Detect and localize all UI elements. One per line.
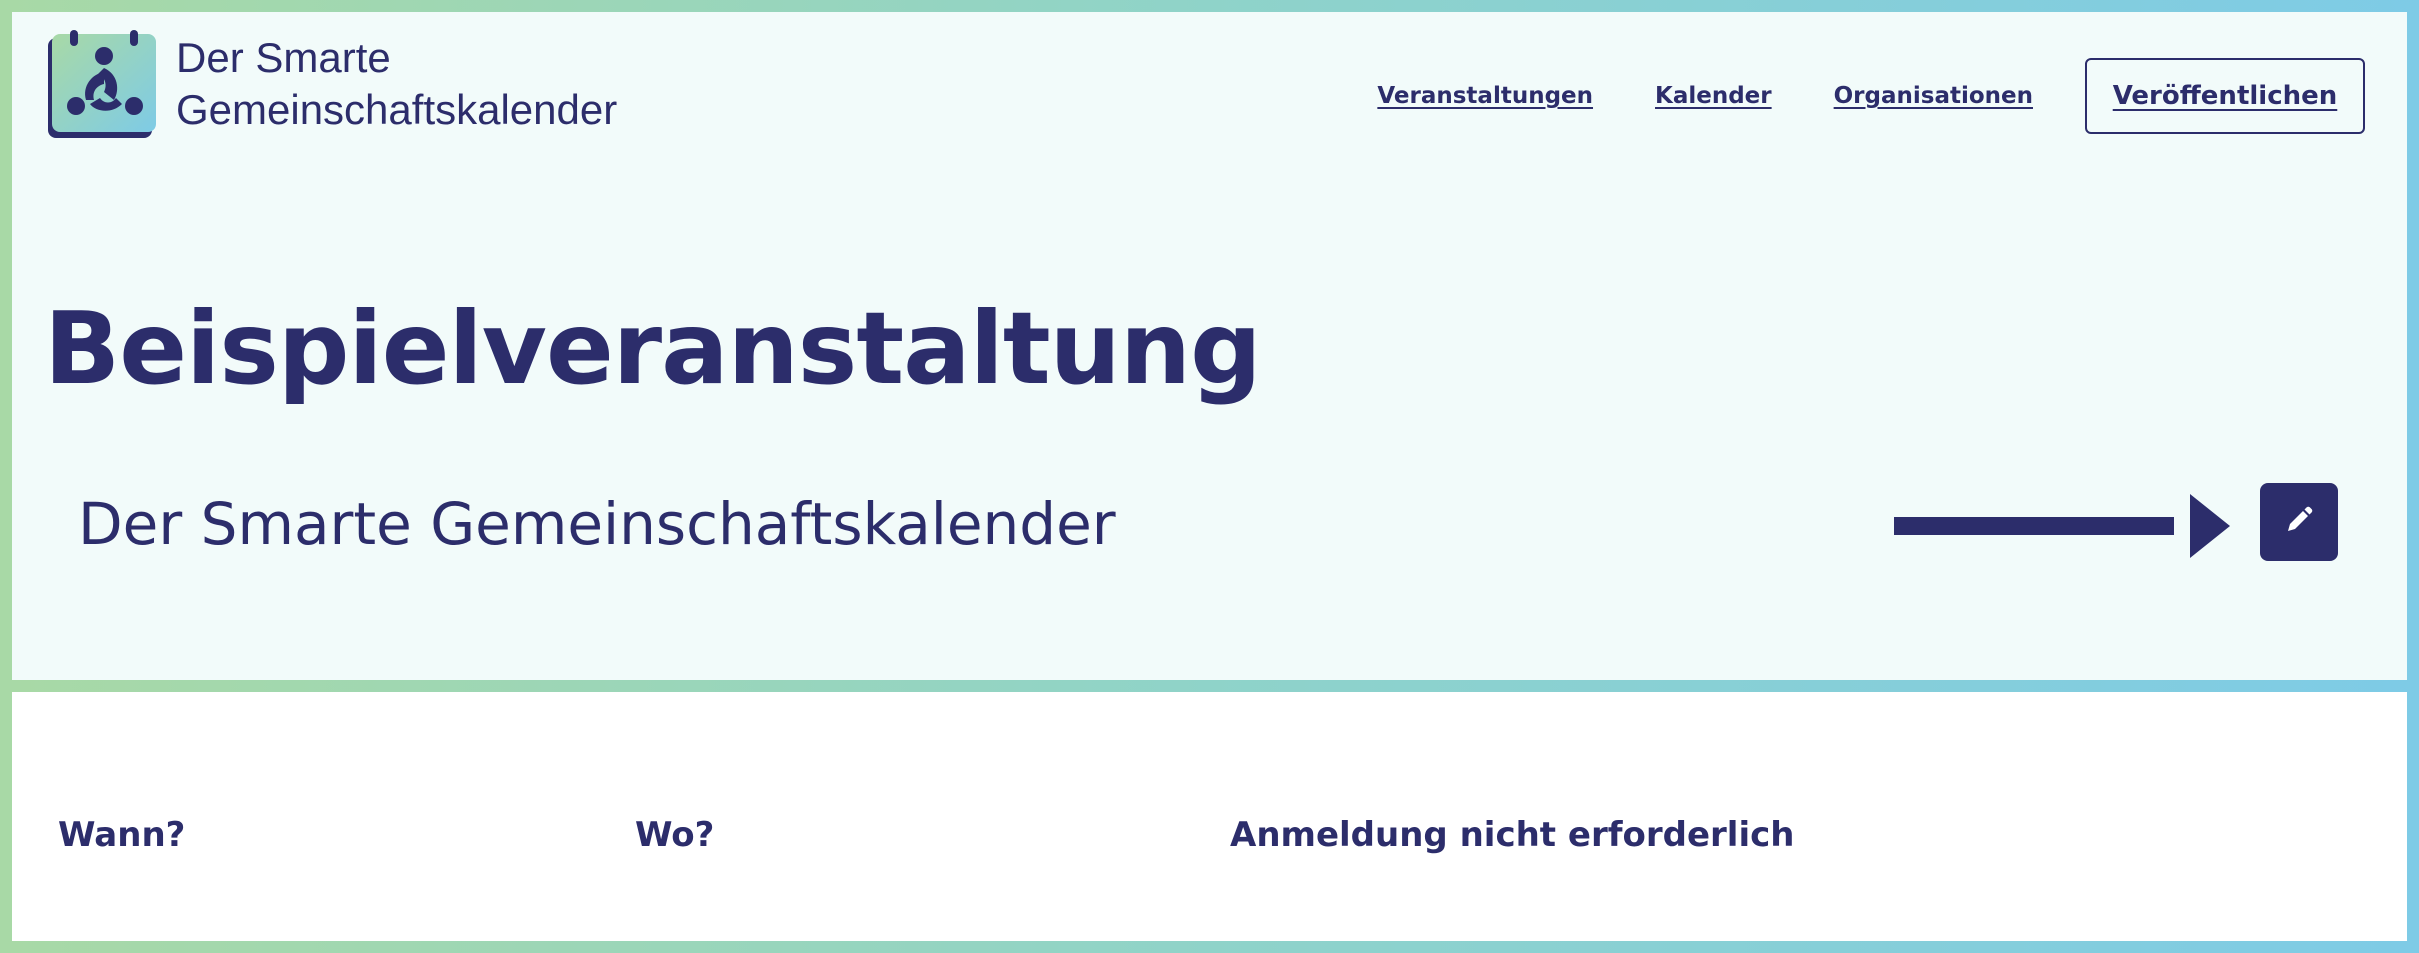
site-logo[interactable]: Der Smarte Gemeinschaftskalender bbox=[48, 30, 617, 138]
registration-status: Anmeldung nicht erforderlich bbox=[1230, 815, 1795, 855]
community-calendar-logo-icon bbox=[48, 30, 158, 138]
page-frame bbox=[12, 12, 2407, 941]
section-divider bbox=[12, 680, 2407, 692]
nav-link-calendar[interactable]: Kalender bbox=[1655, 83, 1772, 109]
edit-button[interactable] bbox=[2260, 483, 2338, 561]
event-organizer[interactable]: Der Smarte Gemeinschaftskalender bbox=[78, 490, 1116, 558]
details-section bbox=[12, 692, 2407, 941]
pencil-icon bbox=[2284, 505, 2314, 539]
page-title: Beispielveranstaltung bbox=[44, 290, 1262, 407]
brand-name-line1: Der Smarte bbox=[176, 34, 391, 81]
main-nav: Veranstaltungen Kalender Organisationen … bbox=[1315, 58, 2365, 134]
brand-name: Der Smarte Gemeinschaftskalender bbox=[176, 32, 617, 136]
brand-name-line2: Gemeinschaftskalender bbox=[176, 86, 618, 133]
where-heading: Wo? bbox=[635, 815, 715, 855]
nav-link-organizations[interactable]: Organisationen bbox=[1834, 83, 2033, 109]
publish-button[interactable]: Veröffentlichen bbox=[2085, 58, 2365, 134]
when-heading: Wann? bbox=[58, 815, 186, 855]
arrow-right-icon bbox=[1880, 484, 2230, 564]
nav-link-events[interactable]: Veranstaltungen bbox=[1377, 83, 1593, 109]
